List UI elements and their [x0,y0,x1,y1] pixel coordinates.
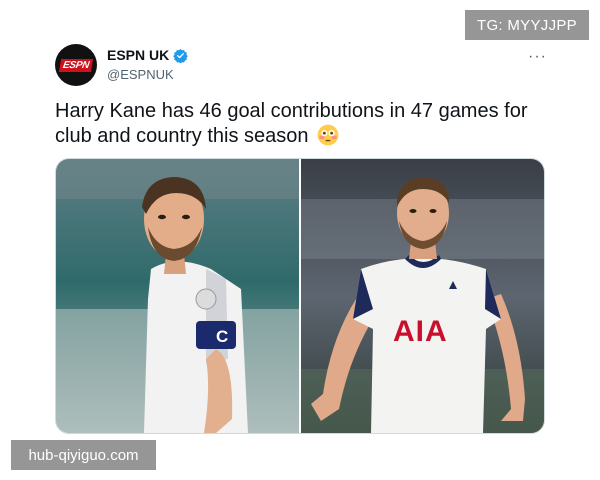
verified-badge-icon [173,48,188,63]
armband-letter: C [216,327,228,346]
media-photo-tottenham[interactable]: AIA [301,159,544,433]
flushed-face-icon [317,124,339,146]
espn-logo: ESPN [58,58,94,72]
author-name-row: ESPN UK [107,47,188,63]
tweet-text: Harry Kane has 46 goal contributions in … [55,99,555,149]
tweet-media[interactable]: C AIA [55,158,545,434]
tweet-body: Harry Kane has 46 goal contributions in … [55,100,528,147]
watermark-top-right: TG: MYYJJPP [465,10,589,40]
media-photo-england[interactable]: C [56,159,299,433]
photo-tottenham-image: AIA [301,159,544,433]
watermark-bottom-left: hub-qiyiguo.com [11,440,156,470]
author-display-name[interactable]: ESPN UK [107,47,169,63]
photo-england-image: C [56,159,299,433]
sponsor-text: AIA [393,315,448,348]
avatar[interactable]: ESPN [55,44,97,86]
author-handle[interactable]: @ESPNUK [107,67,174,82]
more-icon[interactable]: ··· [528,48,547,66]
